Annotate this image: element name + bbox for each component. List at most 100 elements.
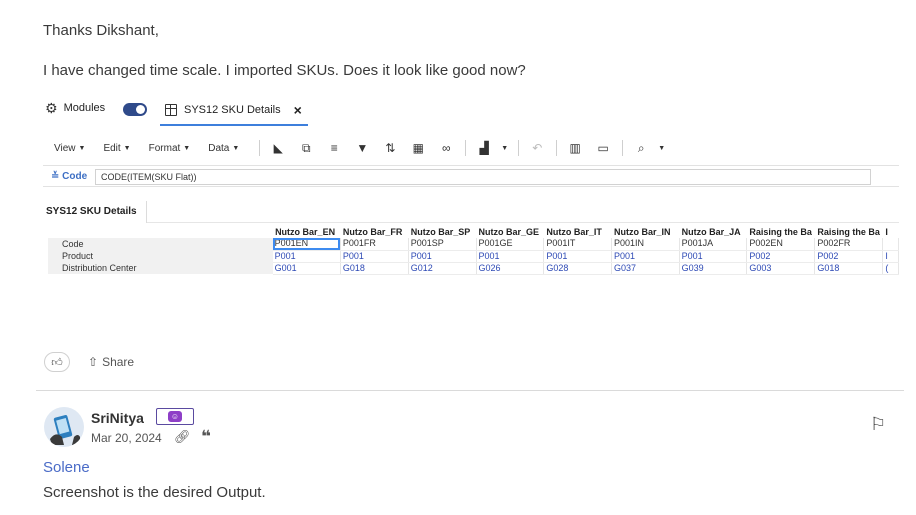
grid-cell[interactable]: G026 [476,262,545,275]
grid-cell[interactable]: P002EN [746,238,816,251]
column-header[interactable]: Nutzo Bar_IN [611,226,680,238]
sort-icon[interactable]: ⇅ [379,140,401,156]
search-icon[interactable]: ⌕ [630,140,652,156]
column-header[interactable]: Raising the Ba [814,226,884,238]
grid-cell[interactable]: P002 [814,250,884,263]
grid-cell[interactable]: P001FR [340,238,409,251]
caret-down-icon[interactable]: ▼ [658,145,665,152]
row-header: Product [48,250,273,262]
grid-cell[interactable]: G001 [272,262,341,275]
pivot-icon[interactable]: ◣ [267,140,289,156]
formula-input[interactable]: CODE(ITEM(SKU Flat)) [95,169,871,185]
sheet-divider [147,222,899,223]
grid-cell[interactable]: G037 [611,262,680,275]
menu-view-label: View [54,142,76,154]
column-header-row: Nutzo Bar_EN Nutzo Bar_FR Nutzo Bar_SP N… [48,226,899,238]
grid-cell[interactable]: G018 [340,262,409,275]
grid-cell[interactable]: P001IN [611,238,680,251]
post-body: I have changed time scale. I imported SK… [43,62,526,79]
caret-down-icon: ▼ [232,144,240,152]
grid-cell[interactable]: G028 [543,262,612,275]
grid-cell[interactable]: P001 [476,250,545,263]
mention-link[interactable]: Solene [43,459,90,476]
flag-icon[interactable]: ⚐ [870,414,886,435]
columns-icon[interactable]: ▦ [407,140,429,156]
grid-cell[interactable]: ( [882,262,899,275]
grid-cell[interactable]: P001EN [272,238,341,251]
tab-sku-details[interactable]: SYS12 SKU Details × [160,95,308,126]
toolbar-separator [259,140,261,156]
like-button[interactable]: 👍︎ [44,352,70,372]
grid-cell[interactable]: P001 [272,250,341,263]
align-icon[interactable]: ≡ [323,140,345,156]
menu-view[interactable]: View ▼ [54,143,85,154]
grid-cell[interactable]: G003 [746,262,816,275]
share-icon: ⇧ [88,355,99,369]
menu-data-label: Data [208,142,230,154]
tab-modules-label: Modules [63,102,106,114]
grid-cell[interactable]: P001SP [408,238,477,251]
column-header[interactable]: Nutzo Bar_GE [476,226,545,238]
grid-cell[interactable]: P001 [611,250,680,263]
grid-cell[interactable]: P001 [543,250,612,263]
tab-modules[interactable]: ⚙ Modules [45,101,105,115]
post-greeting: Thanks Dikshant, [43,22,159,39]
toolbar: View ▼ Edit ▼ Format ▼ Data ▼ ◣ ⧉ ≡ ▼ ⇅ ▦ ∞ … [43,135,899,161]
grid-cell[interactable]: I [882,250,899,263]
grid-cell[interactable]: P001 [679,250,748,263]
data-grid: Nutzo Bar_EN Nutzo Bar_FR Nutzo Bar_SP N… [48,226,899,275]
toolbar-separator [622,140,624,156]
rank-badge: ☺ [156,408,194,425]
formula-bar: ≚ Code CODE(ITEM(SKU Flat)) [43,165,899,187]
frame-icon[interactable]: ⧉ [295,140,317,156]
grid-cell[interactable]: P001IT [543,238,612,251]
menu-data[interactable]: Data ▼ [208,143,239,154]
column-header[interactable]: Nutzo Bar_EN [272,226,341,238]
grid-cell[interactable]: P001 [408,250,477,263]
display-icon[interactable]: ▭ [592,140,614,156]
undo-icon[interactable]: ↶ [526,140,548,156]
chart-icon[interactable]: ▟ [473,140,495,156]
caret-down-icon[interactable]: ▼ [501,145,508,152]
formula-label-text: Code [62,171,88,182]
avatar[interactable] [44,407,84,447]
grid-cell[interactable]: P001GE [476,238,545,251]
caret-down-icon: ▼ [78,144,86,152]
quote-icon[interactable]: ❝ [201,427,211,447]
badge-icon: ☺ [168,411,182,422]
caret-down-icon: ▼ [183,144,191,152]
share-label: Share [102,355,135,369]
modules-toggle[interactable] [123,103,147,116]
grid-cell[interactable]: P002FR [814,238,884,251]
reply-username[interactable]: SriNitya [91,410,144,426]
column-header[interactable]: Nutzo Bar_SP [408,226,477,238]
menu-edit[interactable]: Edit ▼ [103,143,130,154]
close-icon[interactable]: × [294,102,302,118]
grid-cell[interactable]: P001JA [679,238,748,251]
grid-cell[interactable]: P002 [746,250,816,263]
reply-body: Screenshot is the desired Output. [43,484,266,501]
filter-icon[interactable]: ▼ [351,140,373,156]
table-row: Code P001EN P001FR P001SP P001GE P001IT … [48,238,899,251]
grid-cell[interactable] [882,238,899,251]
caret-down-icon: ▼ [123,144,131,152]
table-row: Distribution Center G001 G018 G012 G026 … [48,262,899,275]
reply-date: Mar 20, 2024 [91,431,162,445]
column-header[interactable]: Nutzo Bar_FR [340,226,409,238]
share-button[interactable]: ⇧ Share [88,355,134,369]
link-cells-icon[interactable]: ∞ [435,140,457,156]
grid-cell[interactable]: G012 [408,262,477,275]
grid-cell[interactable]: G018 [814,262,884,275]
row-header: Code [48,238,273,250]
grid-cell[interactable]: P001 [340,250,409,263]
permalink-icon[interactable]: 🔗︎ [174,429,191,445]
menu-format[interactable]: Format ▼ [149,143,191,154]
column-header[interactable]: Nutzo Bar_JA [679,226,748,238]
column-header[interactable]: I [882,226,899,238]
grid-cell[interactable]: G039 [679,262,748,275]
formula-label[interactable]: ≚ Code [51,171,87,182]
tab-sku-details-label: SYS12 SKU Details [184,103,281,116]
column-header[interactable]: Raising the Ba [746,226,816,238]
freeze-icon[interactable]: ▥ [564,140,586,156]
column-header[interactable]: Nutzo Bar_IT [543,226,612,238]
